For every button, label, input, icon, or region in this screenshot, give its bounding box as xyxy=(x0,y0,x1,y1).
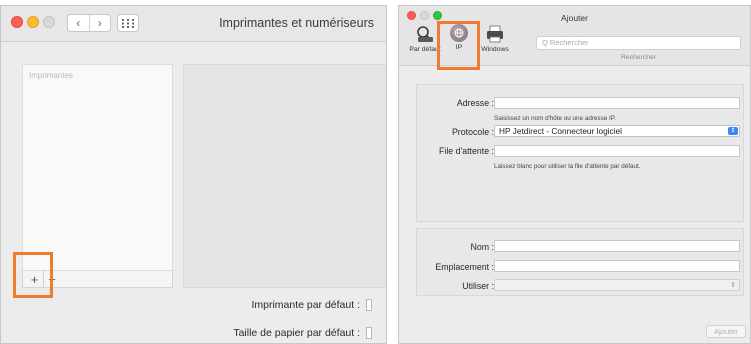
printers-scanners-window: ‹ › Imprimantes et numériseurs Imprimant… xyxy=(0,5,387,344)
name-label: Nom : xyxy=(470,242,494,252)
queue-hint: Laissez blanc pour utiliser la file d'at… xyxy=(494,163,641,170)
add-printer-dialog: Ajouter Par défaut IP Windows Q Recherch… xyxy=(398,5,751,344)
back-button[interactable]: ‹ xyxy=(68,15,89,31)
search-caption: Rechercher xyxy=(620,54,657,61)
default-printer-label: Imprimante par défaut : xyxy=(251,299,360,311)
chevron-updown-icon: ⇕ xyxy=(728,127,738,135)
screenshot-root: ‹ › Imprimantes et numériseurs Imprimant… xyxy=(0,0,751,344)
protocol-value: HP Jetdirect - Connecteur logiciel xyxy=(499,126,622,136)
add-button-highlight xyxy=(13,252,53,298)
address-label: Adresse : xyxy=(456,98,494,108)
grid-icon xyxy=(122,18,134,28)
default-printer-row: Imprimante par défaut : xyxy=(251,299,372,312)
printer-detail-panel xyxy=(183,64,386,288)
queue-label: File d'attente : xyxy=(439,146,494,156)
use-select[interactable]: ⇕ xyxy=(494,279,740,291)
address-hint: Saisissez un nom d'hôte ou une adresse I… xyxy=(494,115,616,122)
default-printer-popup[interactable] xyxy=(366,299,372,312)
protocol-select[interactable]: HP Jetdirect - Connecteur logiciel ⇕ xyxy=(494,125,740,137)
close-button[interactable] xyxy=(11,16,23,28)
left-titlebar: ‹ › Imprimantes et numériseurs xyxy=(1,6,386,42)
toolbar-label: Par défaut xyxy=(409,46,441,53)
ip-tab-highlight xyxy=(437,21,480,70)
printer-default-icon xyxy=(417,26,433,42)
default-paper-popup[interactable] xyxy=(366,327,372,340)
location-label: Emplacement : xyxy=(435,262,494,272)
name-field[interactable] xyxy=(494,240,740,252)
minimize-button[interactable] xyxy=(27,16,39,28)
printer-list[interactable]: Imprimantes xyxy=(22,64,173,271)
add-button[interactable]: Ajouter xyxy=(706,325,746,338)
window-title: Imprimantes et numériseurs xyxy=(219,16,374,30)
printer-list-header: Imprimantes xyxy=(29,71,74,80)
protocol-label: Protocole : xyxy=(451,127,494,137)
chevron-right-icon: › xyxy=(97,16,102,30)
show-all-button[interactable] xyxy=(117,14,139,32)
toolbar-windows-tab[interactable]: Windows xyxy=(475,24,515,66)
use-label: Utiliser : xyxy=(462,281,494,291)
queue-field[interactable] xyxy=(494,145,740,157)
default-paper-label: Taille de papier par défaut : xyxy=(233,327,360,339)
location-field[interactable] xyxy=(494,260,740,272)
chevron-left-icon: ‹ xyxy=(76,16,81,30)
address-field[interactable] xyxy=(494,97,740,109)
search-input[interactable]: Q Rechercher xyxy=(536,36,741,50)
zoom-button[interactable] xyxy=(43,16,55,28)
chevron-updown-icon: ⇕ xyxy=(730,282,736,289)
nav-button-group: ‹ › xyxy=(67,14,111,32)
windows-printer-icon xyxy=(487,25,503,43)
toolbar-label: Windows xyxy=(481,46,509,53)
forward-button[interactable]: › xyxy=(88,15,111,31)
default-paper-row: Taille de papier par défaut : xyxy=(233,327,372,340)
